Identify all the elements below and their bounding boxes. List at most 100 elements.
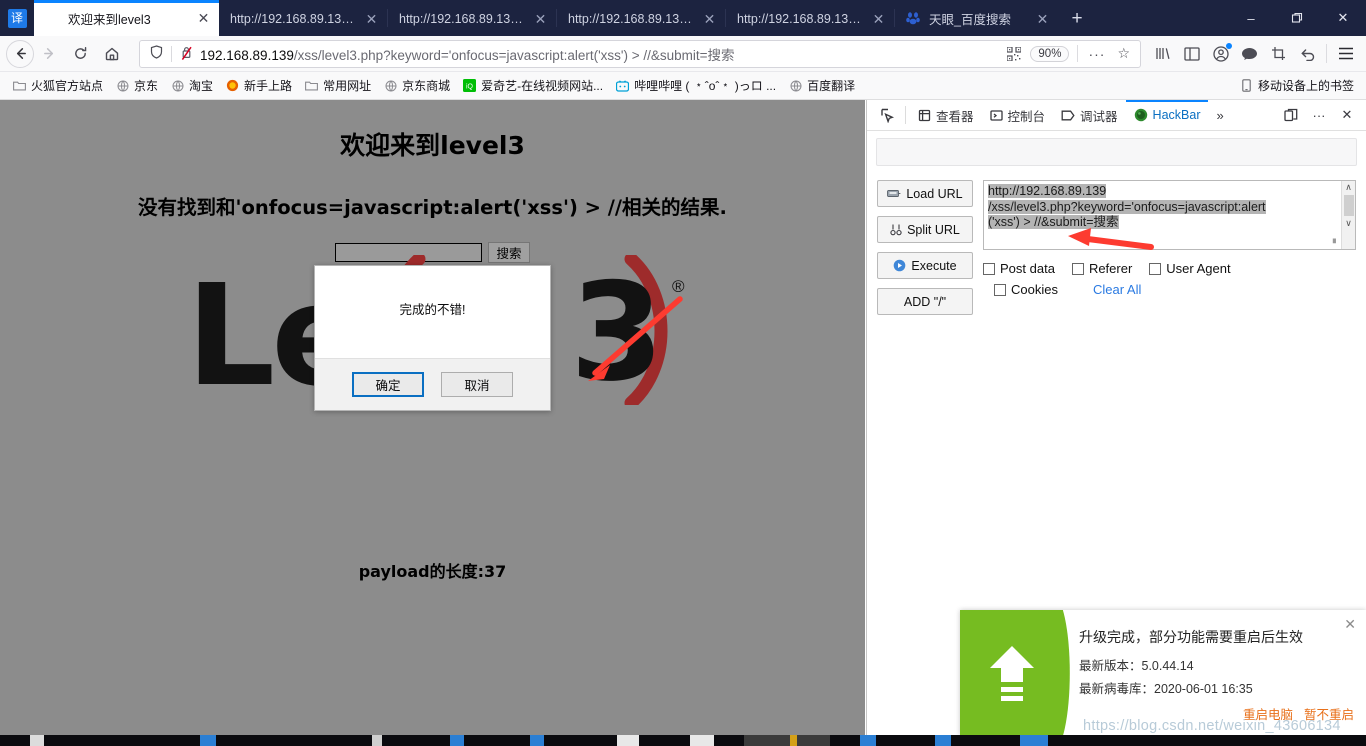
devtools-search-box[interactable]	[876, 138, 1357, 166]
lock-broken-icon[interactable]	[176, 46, 196, 61]
tab-inspector[interactable]: 查看器	[910, 100, 982, 131]
load-url-button[interactable]: Load URL	[877, 180, 973, 207]
devtools-meatball-icon[interactable]: ···	[1306, 102, 1332, 128]
bookmark-star-icon[interactable]: ☆	[1112, 45, 1135, 62]
account-notification-dot	[1226, 42, 1232, 49]
devtools-close-icon[interactable]: ✕	[1334, 102, 1360, 128]
checkbox-box[interactable]	[983, 262, 995, 275]
devtools-right-controls: ··· ✕	[1278, 102, 1360, 128]
account-icon[interactable]	[1206, 40, 1235, 68]
bookmark-item-2[interactable]: 淘宝	[164, 75, 219, 96]
globe-icon	[788, 78, 803, 93]
translate-extension-icon[interactable]: 译	[0, 0, 34, 36]
qr-code-icon[interactable]	[1003, 46, 1025, 61]
dialog-ok-button[interactable]: 确定	[352, 372, 424, 397]
bookmark-item-4[interactable]: 常用网址	[298, 75, 377, 96]
dialog-cancel-button[interactable]: 取消	[441, 372, 513, 397]
bookmark-item-6[interactable]: iQ 爱奇艺-在线视频网站...	[456, 75, 609, 96]
tab-close-icon[interactable]: ✕	[700, 9, 719, 28]
undo-icon[interactable]	[1293, 40, 1322, 68]
url-text[interactable]: 192.168.89.139/xss/level3.php?keyword='o…	[196, 44, 1003, 64]
scroll-down-icon[interactable]: ∨	[1345, 217, 1352, 230]
tab-debugger[interactable]: 调试器	[1053, 100, 1126, 131]
taskbar-item[interactable]	[30, 735, 44, 746]
browser-tab-2[interactable]: http://192.168.89.139/xss/ ✕	[219, 1, 387, 36]
hackbar-url-textarea[interactable]: http://192.168.89.139 /xss/level3.php?ke…	[983, 180, 1356, 250]
taskbar-active-item[interactable]	[744, 735, 830, 746]
browser-tab-4[interactable]: http://192.168.89.139/xss/ ✕	[557, 1, 725, 36]
tab-close-icon[interactable]: ✕	[869, 9, 888, 28]
taskbar-item[interactable]	[1020, 735, 1048, 746]
bookmark-label: 淘宝	[189, 79, 214, 93]
tab-close-icon[interactable]: ✕	[194, 9, 213, 28]
execute-icon	[894, 259, 906, 272]
pocket-icon[interactable]	[1235, 40, 1264, 68]
maximize-restore-button[interactable]	[1274, 0, 1320, 36]
url-line-1: http://192.168.89.139	[988, 184, 1107, 198]
checkbox-box[interactable]	[994, 283, 1006, 296]
notification-close-icon[interactable]: ✕	[1344, 616, 1356, 633]
taskbar-item[interactable]	[860, 735, 876, 746]
browser-tab-3[interactable]: http://192.168.89.139/xss/ ✕	[388, 1, 556, 36]
bookmarks-toolbar: 火狐官方站点 京东 淘宝 新手上路 常用网址 京东商城 iQ 爱奇艺-在线视频网…	[0, 72, 1366, 100]
split-url-button[interactable]: Split URL	[877, 216, 973, 243]
resize-grip-icon[interactable]: ▘	[1333, 239, 1339, 248]
taskbar-item[interactable]	[790, 735, 797, 746]
browser-tab-6[interactable]: 天眼_百度搜索 ✕	[895, 1, 1058, 36]
annotation-arrow-devtools	[1068, 228, 1154, 250]
tab-close-icon[interactable]: ✕	[362, 9, 381, 28]
checkbox-post-data[interactable]: Post data	[983, 261, 1055, 276]
taskbar-item[interactable]	[690, 735, 714, 746]
taskbar-item[interactable]	[372, 735, 382, 746]
hackbar-button-label: Load URL	[906, 186, 963, 201]
forward-button[interactable]	[34, 40, 65, 68]
element-picker-icon[interactable]	[873, 108, 901, 123]
bookmark-mobile-folder[interactable]: 移动设备上的书签	[1233, 75, 1360, 96]
bookmark-item-7[interactable]: 哔哩哔哩 ( ﹡ˆoˆ﹡ )っロ ...	[609, 75, 782, 96]
hamburger-menu-icon[interactable]	[1331, 40, 1360, 68]
taskbar-item[interactable]	[935, 735, 951, 746]
bookmark-item-3[interactable]: 新手上路	[219, 75, 298, 96]
bookmark-item-8[interactable]: 百度翻译	[782, 75, 861, 96]
devtools-overflow-icon[interactable]: »	[1208, 108, 1231, 123]
tab-close-icon[interactable]: ✕	[1033, 9, 1052, 28]
address-bar[interactable]: 192.168.89.139/xss/level3.php?keyword='o…	[139, 39, 1141, 68]
tab-hackbar[interactable]: HackBar	[1125, 99, 1209, 131]
taskbar-item[interactable]	[530, 735, 544, 746]
close-window-button[interactable]: ✕	[1320, 0, 1366, 36]
bookmark-item-1[interactable]: 京东	[109, 75, 164, 96]
os-taskbar	[0, 735, 1366, 746]
notification-title: 升级完成，部分功能需要重启后生效	[1079, 629, 1303, 645]
bookmark-item-5[interactable]: 京东商城	[377, 75, 456, 96]
screenshot-icon[interactable]	[1264, 40, 1293, 68]
textarea-scrollbar[interactable]: ∧ ∨	[1341, 181, 1355, 249]
reload-button[interactable]	[65, 40, 96, 68]
browser-tab-1[interactable]: 欢迎来到level3 ✕	[34, 0, 219, 36]
sidebar-icon[interactable]	[1177, 40, 1206, 68]
back-button[interactable]	[6, 39, 34, 68]
page-actions-icon[interactable]: ···	[1081, 46, 1112, 62]
execute-button[interactable]: Execute	[877, 252, 973, 279]
taskbar-item[interactable]	[617, 735, 639, 746]
scrollbar-thumb[interactable]	[1343, 195, 1354, 216]
bookmark-item-0[interactable]: 火狐官方站点	[6, 75, 109, 96]
scroll-up-icon[interactable]: ∧	[1345, 181, 1352, 194]
tab-title: 天眼_百度搜索	[929, 13, 1011, 27]
add-slash-button[interactable]: ADD "/"	[877, 288, 973, 315]
browser-tab-5[interactable]: http://192.168.89.139/xss/ ✕	[726, 1, 894, 36]
dock-icon[interactable]	[1278, 102, 1304, 128]
taskbar-item[interactable]	[450, 735, 464, 746]
library-icon[interactable]	[1148, 40, 1177, 68]
zoom-level-indicator[interactable]: 90%	[1030, 45, 1070, 62]
clear-all-link[interactable]: Clear All	[1093, 282, 1141, 297]
checkbox-user-agent[interactable]: User Agent	[1149, 261, 1231, 276]
taskbar-item[interactable]	[200, 735, 216, 746]
checkbox-cookies[interactable]: Cookies	[994, 282, 1058, 297]
minimize-button[interactable]: –	[1228, 0, 1274, 36]
inspector-icon	[918, 109, 931, 121]
tab-close-icon[interactable]: ✕	[531, 9, 550, 28]
tab-console[interactable]: 控制台	[982, 100, 1054, 131]
new-tab-button[interactable]: +	[1058, 1, 1096, 36]
shield-icon[interactable]	[145, 45, 167, 62]
home-button[interactable]	[96, 40, 127, 68]
